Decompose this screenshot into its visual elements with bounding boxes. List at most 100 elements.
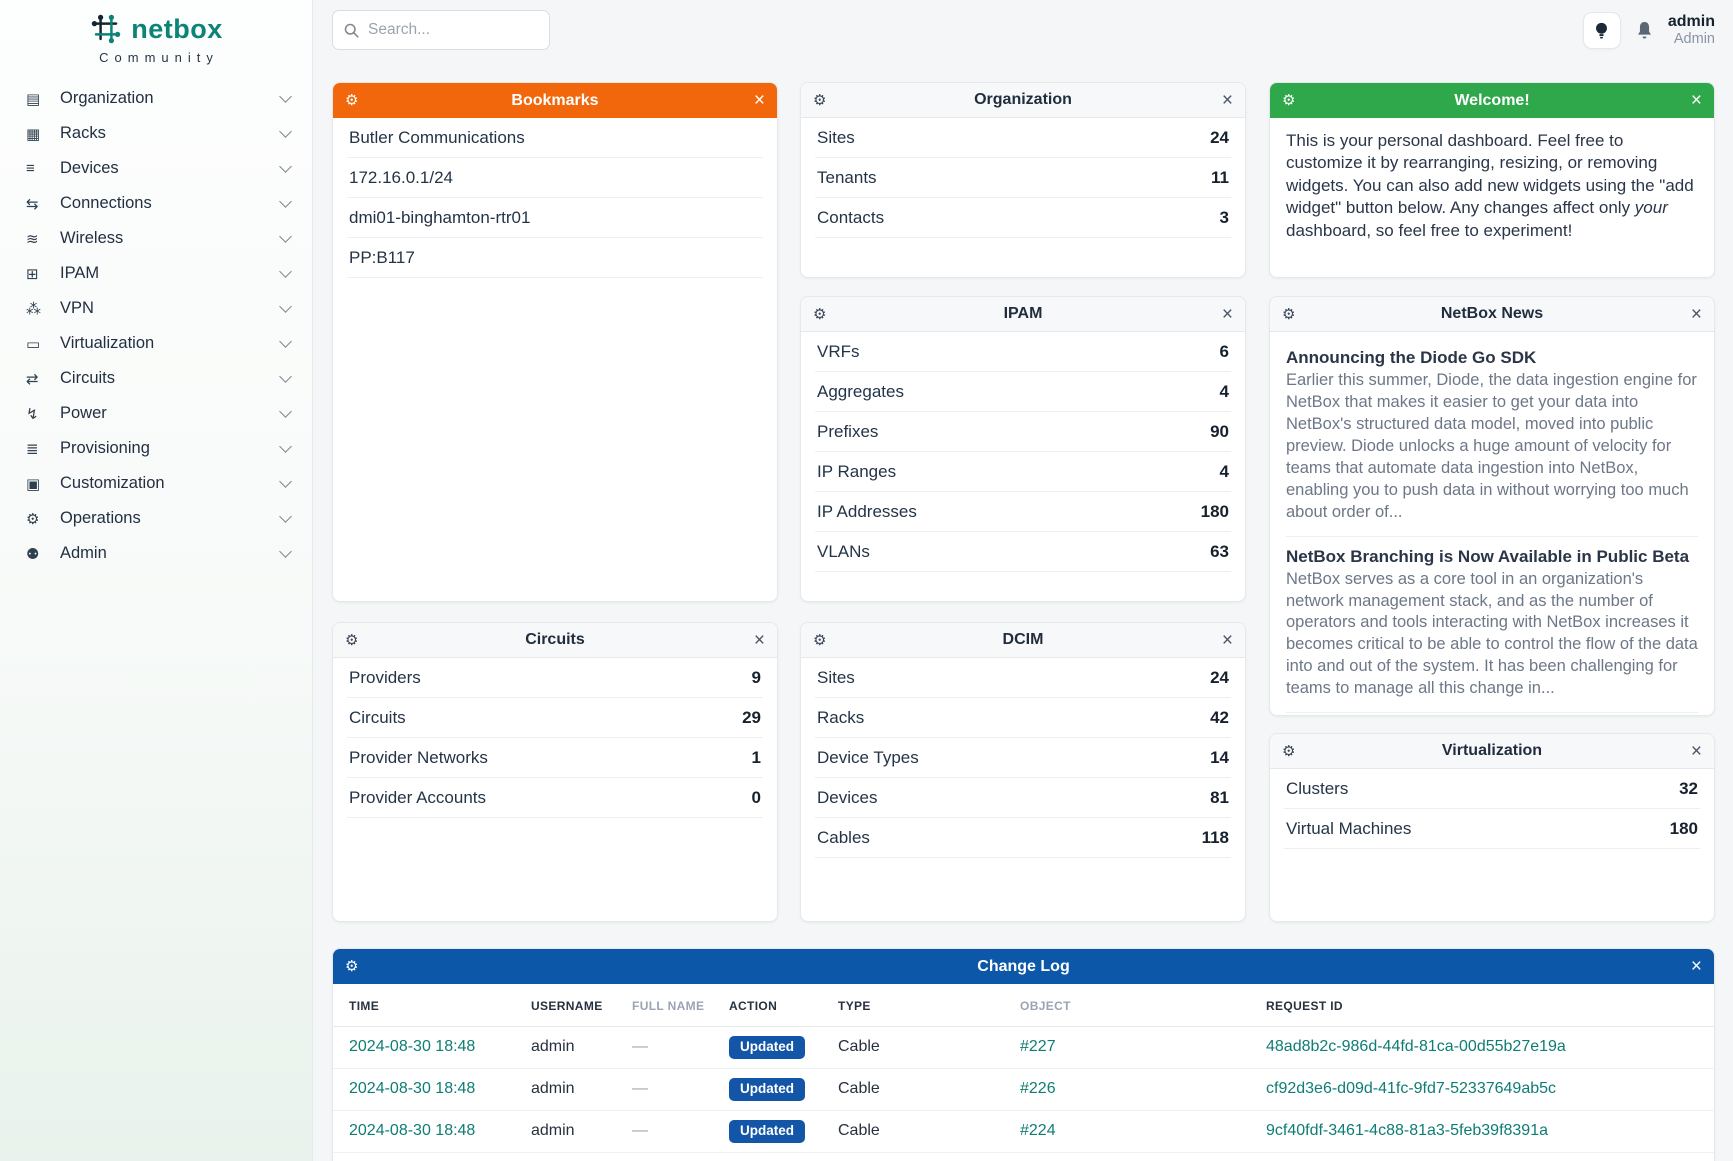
sidebar-item-customization[interactable]: ▣Customization [0, 466, 312, 501]
notifications-bell-icon[interactable] [1635, 20, 1654, 41]
widget-close-icon[interactable]: × [1691, 957, 1702, 976]
sidebar-item-power[interactable]: ↯Power [0, 396, 312, 431]
dcim-stat-link[interactable]: Cables [817, 828, 870, 848]
ipam-stat-link[interactable]: VRFs [817, 342, 860, 362]
chevron-down-icon [279, 405, 292, 418]
widget-ipam-header: ⚙ IPAM × [801, 297, 1245, 332]
theme-toggle-button[interactable] [1583, 12, 1621, 49]
widget-config-gear-icon[interactable]: ⚙ [813, 633, 826, 648]
ipam-stat-link[interactable]: IP Ranges [817, 462, 896, 482]
widget-config-gear-icon[interactable]: ⚙ [1282, 744, 1295, 759]
sidebar-item-racks[interactable]: ▦Racks [0, 116, 312, 151]
organization-icon: ▤ [26, 90, 60, 108]
racks-icon: ▦ [26, 125, 60, 143]
widget-config-gear-icon[interactable]: ⚙ [345, 959, 358, 974]
sidebar-item-ipam[interactable]: ⊞IPAM [0, 256, 312, 291]
sidebar-item-devices[interactable]: ≡Devices [0, 151, 312, 186]
dcim-stat-link[interactable]: Racks [817, 708, 864, 728]
dcim-stat-link[interactable]: Devices [817, 788, 877, 808]
dcim-stat-link[interactable]: Sites [817, 668, 855, 688]
list-item: Provider Networks1 [347, 738, 763, 778]
changelog-object-link[interactable]: #224 [1020, 1122, 1056, 1139]
bookmark-link[interactable]: PP:B117 [349, 248, 415, 268]
virtualization-stat-link[interactable]: Clusters [1286, 779, 1348, 799]
widget-config-gear-icon[interactable]: ⚙ [345, 93, 358, 108]
sidebar-item-operations[interactable]: ⚙Operations [0, 501, 312, 536]
circuits-stat-link[interactable]: Circuits [349, 708, 406, 728]
widget-config-gear-icon[interactable]: ⚙ [813, 307, 826, 322]
sidebar-item-label: Racks [60, 124, 281, 143]
sidebar-item-circuits[interactable]: ⇄Circuits [0, 361, 312, 396]
changelog-request-id-link[interactable]: 9cf40fdf-3461-4c88-81a3-5feb39f8391a [1266, 1122, 1548, 1139]
news-headline-link[interactable]: NetBox Branching is Now Available in Pub… [1286, 547, 1698, 567]
changelog-request-id-link[interactable]: cf92d3e6-d09d-41fc-9fd7-52337649ab5c [1266, 1080, 1556, 1097]
news-item: Announcing the Diode Go SDKEarlier this … [1286, 338, 1698, 537]
ipam-stat-link[interactable]: Aggregates [817, 382, 904, 402]
item-count: 3 [1220, 208, 1229, 228]
organization-stat-link[interactable]: Tenants [817, 168, 877, 188]
widget-close-icon[interactable]: × [1691, 91, 1702, 110]
circuits-stat-link[interactable]: Provider Accounts [349, 788, 486, 808]
news-summary: Earlier this summer, Diode, the data ing… [1286, 370, 1698, 524]
changelog-time-link[interactable]: 2024-08-30 18:48 [349, 1122, 475, 1139]
news-headline-link[interactable]: Announcing the Diode Go SDK [1286, 348, 1698, 368]
item-count: 90 [1210, 422, 1229, 442]
widget-close-icon[interactable]: × [1222, 91, 1233, 110]
widget-close-icon[interactable]: × [754, 91, 765, 110]
column-header: Full Name [624, 984, 721, 1027]
customization-icon: ▣ [26, 475, 60, 493]
changelog-time-link[interactable]: 2024-08-30 18:48 [349, 1080, 475, 1097]
table-row: 2024-08-30 18:48admin—UpdatedCable#22748… [333, 1027, 1714, 1069]
list-item: Tenants11 [815, 158, 1231, 198]
sidebar-item-wireless[interactable]: ≋Wireless [0, 221, 312, 256]
sidebar-item-label: Organization [60, 89, 281, 108]
widget-organization: ⚙ Organization × Sites24Tenants11Contact… [800, 82, 1246, 278]
sidebar-item-label: Devices [60, 159, 281, 178]
organization-stat-link[interactable]: Contacts [817, 208, 884, 228]
bookmark-link[interactable]: dmi01-binghamton-rtr01 [349, 208, 530, 228]
sidebar-item-virtualization[interactable]: ▭Virtualization [0, 326, 312, 361]
ipam-stat-link[interactable]: VLANs [817, 542, 870, 562]
changelog-object-link[interactable]: #227 [1020, 1038, 1056, 1055]
widget-close-icon[interactable]: × [1222, 305, 1233, 324]
netbox-logo[interactable]: netbox Community [0, 0, 312, 65]
widget-config-gear-icon[interactable]: ⚙ [345, 633, 358, 648]
bookmark-link[interactable]: Butler Communications [349, 128, 525, 148]
bookmark-link[interactable]: 172.16.0.1/24 [349, 168, 453, 188]
changelog-fullname: — [632, 1038, 648, 1055]
widget-title: Change Log [333, 958, 1714, 976]
widget-title: Welcome! [1270, 92, 1714, 110]
virtualization-stat-link[interactable]: Virtual Machines [1286, 819, 1411, 839]
user-menu[interactable]: admin Admin [1668, 13, 1715, 48]
organization-stat-link[interactable]: Sites [817, 128, 855, 148]
changelog-request-id-link[interactable]: 48ad8b2c-986d-44fd-81ca-00d55b27e19a [1266, 1038, 1566, 1055]
changelog-username: admin [531, 1122, 575, 1139]
sidebar-item-label: Provisioning [60, 439, 281, 458]
list-item: VLANs63 [815, 532, 1231, 572]
search-input[interactable] [368, 21, 539, 39]
dcim-stat-link[interactable]: Device Types [817, 748, 919, 768]
ipam-stat-link[interactable]: Prefixes [817, 422, 878, 442]
changelog-time-link[interactable]: 2024-08-30 18:48 [349, 1038, 475, 1055]
circuits-stat-link[interactable]: Provider Networks [349, 748, 488, 768]
sidebar-item-organization[interactable]: ▤Organization [0, 81, 312, 116]
widget-config-gear-icon[interactable]: ⚙ [1282, 93, 1295, 108]
list-item: Providers9 [347, 658, 763, 698]
widget-config-gear-icon[interactable]: ⚙ [1282, 307, 1295, 322]
changelog-object-link[interactable]: #226 [1020, 1080, 1056, 1097]
widget-config-gear-icon[interactable]: ⚙ [813, 93, 826, 108]
ipam-stat-link[interactable]: IP Addresses [817, 502, 917, 522]
widget-close-icon[interactable]: × [754, 631, 765, 650]
circuits-stat-link[interactable]: Providers [349, 668, 421, 688]
netbox-logo-icon [89, 12, 123, 46]
widget-close-icon[interactable]: × [1691, 742, 1702, 761]
table-row: 2024-08-30 18:48admin—UpdatedCable#226cf… [333, 1068, 1714, 1110]
sidebar-item-connections[interactable]: ⇆Connections [0, 186, 312, 221]
sidebar-item-vpn[interactable]: ⁂VPN [0, 291, 312, 326]
list-item: IP Ranges4 [815, 452, 1231, 492]
widget-close-icon[interactable]: × [1691, 305, 1702, 324]
widget-close-icon[interactable]: × [1222, 631, 1233, 650]
sidebar-item-admin[interactable]: ⚉Admin [0, 536, 312, 571]
sidebar-item-provisioning[interactable]: ≣Provisioning [0, 431, 312, 466]
devices-icon: ≡ [26, 160, 60, 177]
